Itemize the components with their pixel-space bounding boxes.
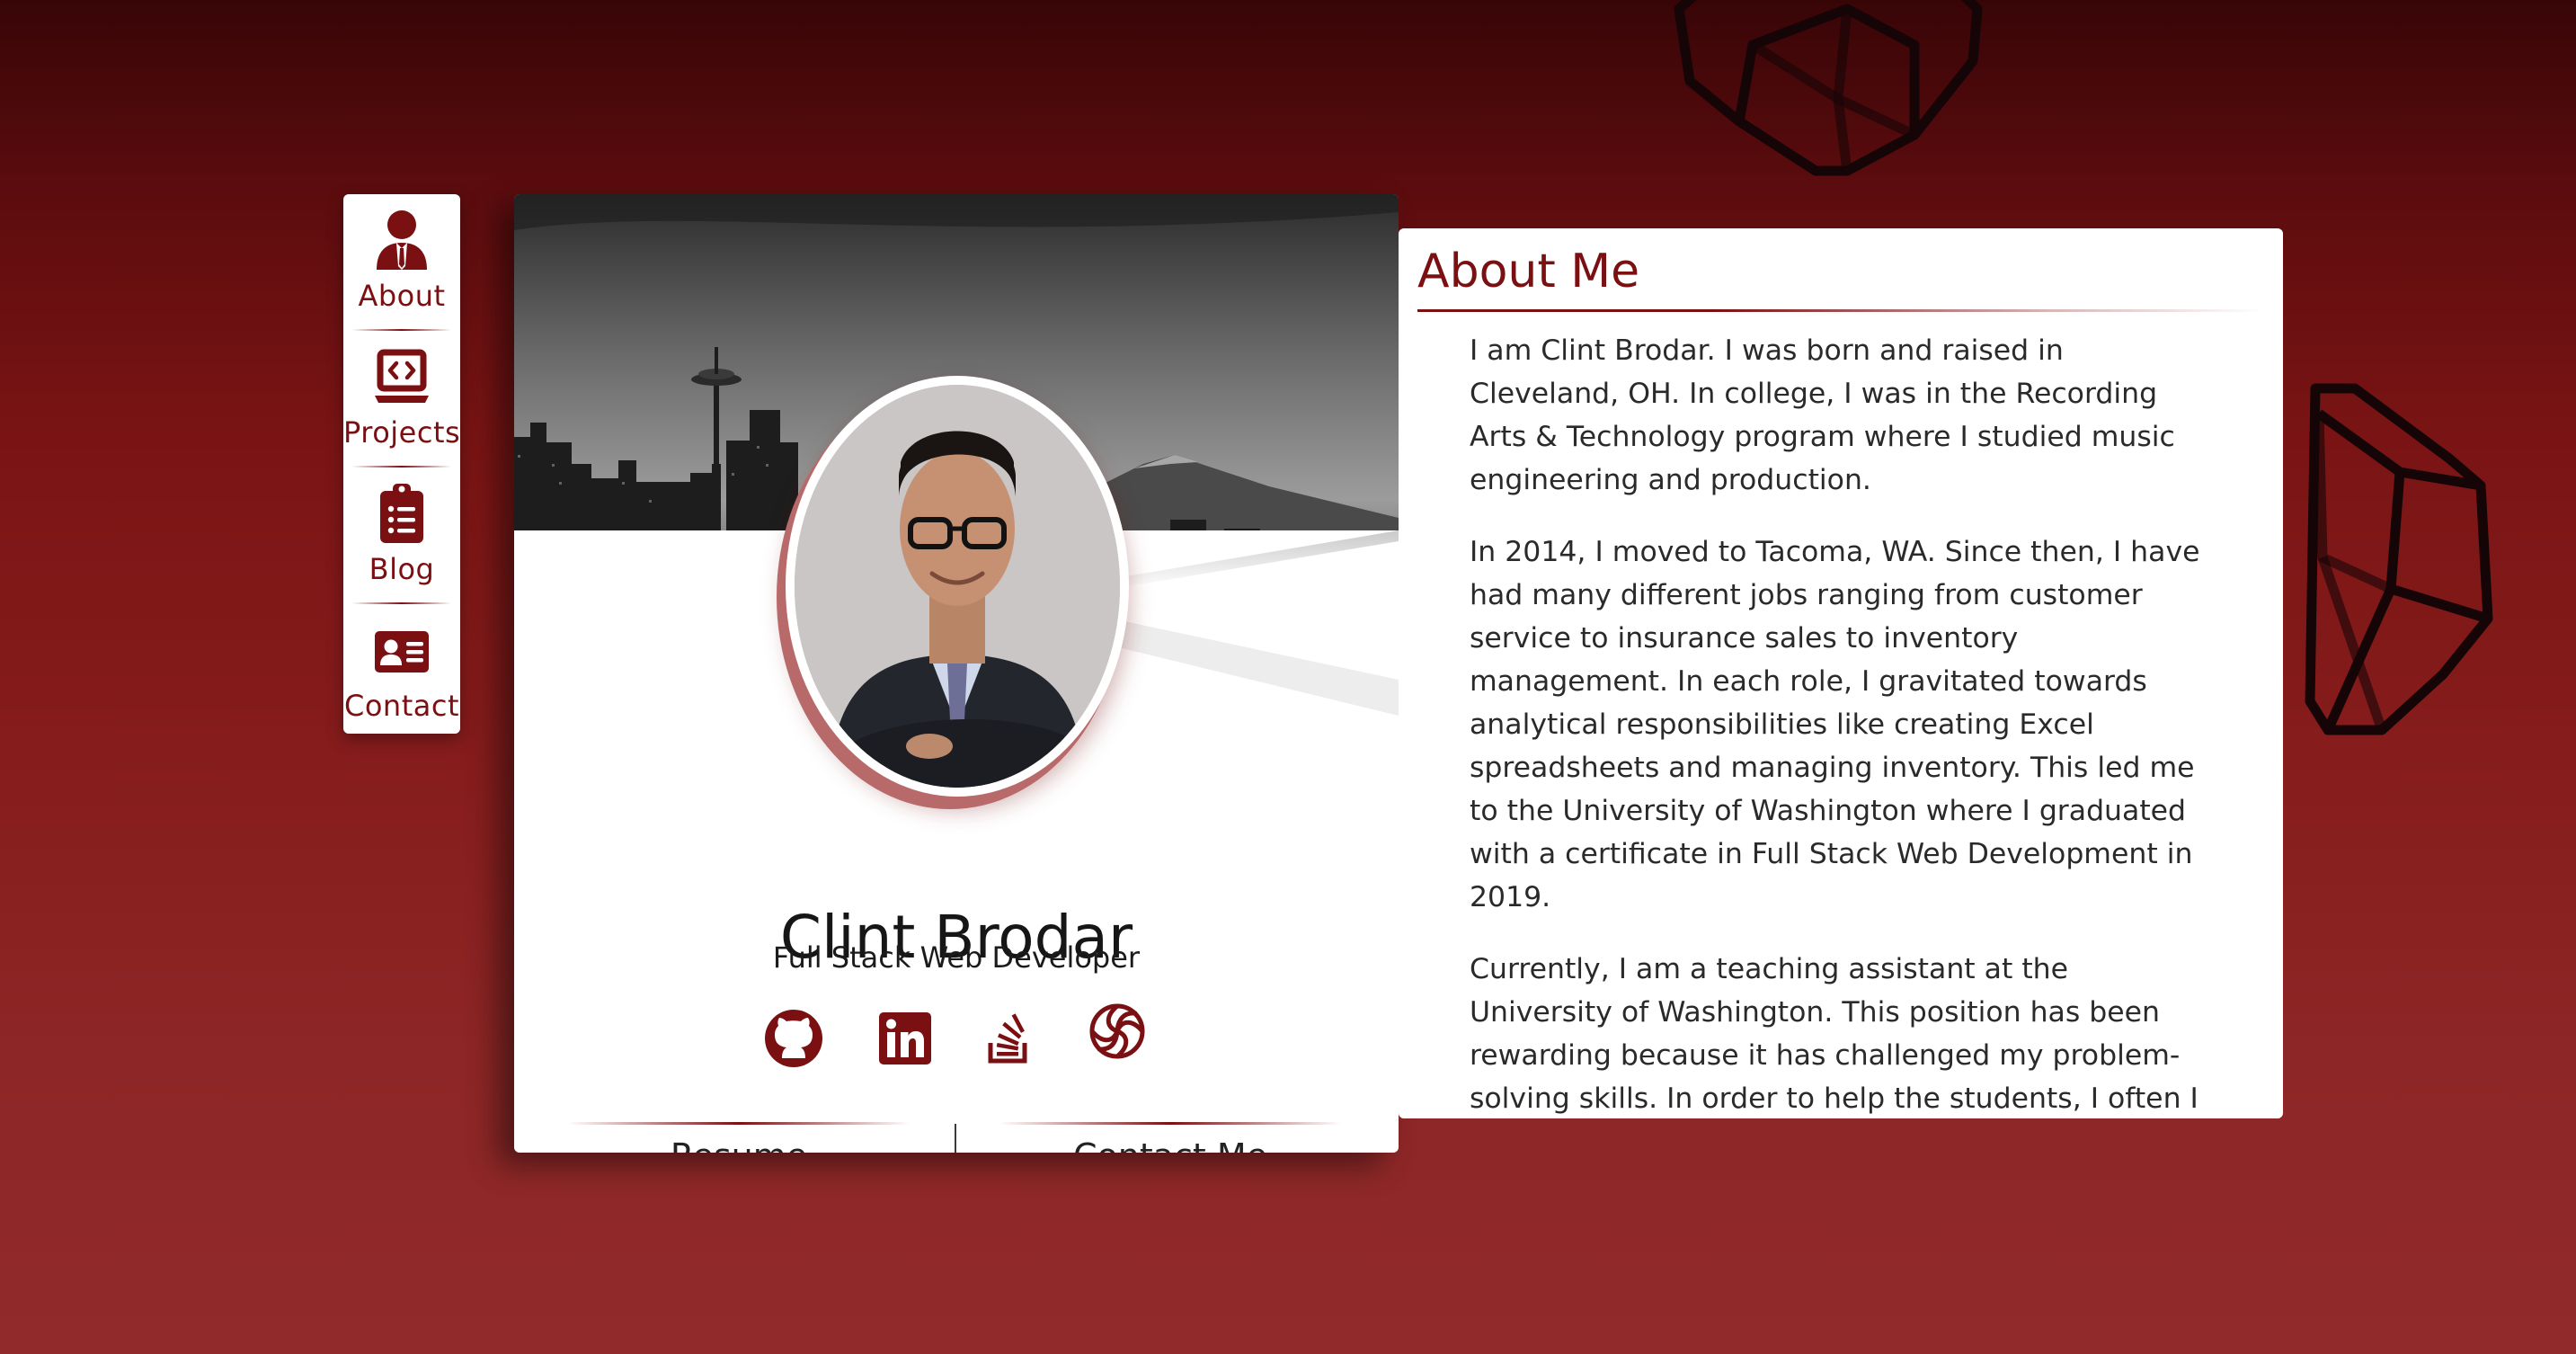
nav-label-about: About: [358, 279, 446, 313]
profile-photo: [795, 385, 1120, 788]
nav-item-contact[interactable]: Contact: [343, 611, 460, 748]
user-tie-icon: [377, 210, 427, 270]
about-card: About Me I am Clint Brodar. I was born a…: [1399, 228, 2283, 1118]
codewars-icon: [1089, 1003, 1145, 1059]
stack-overflow-link[interactable]: [978, 1007, 1041, 1070]
button-divider-right: [999, 1122, 1341, 1125]
button-divider-left: [568, 1122, 910, 1125]
nav-item-projects[interactable]: Projects: [343, 338, 460, 475]
resume-button[interactable]: Resume: [604, 1136, 874, 1153]
github-icon: [765, 1010, 822, 1067]
hexagon-cube-decoration-top: [1674, 0, 1983, 176]
nav-separator: [352, 329, 451, 331]
github-link[interactable]: [762, 1007, 825, 1070]
nav-separator: [352, 602, 451, 604]
contact-me-button[interactable]: Contact Me: [1035, 1136, 1305, 1153]
profile-title: Full Stack Web Developer: [772, 940, 1141, 975]
clipboard-list-icon: [380, 484, 423, 543]
address-card-icon: [375, 631, 429, 673]
about-body: I am Clint Brodar. I was born and raised…: [1470, 329, 2207, 1118]
nav-label-blog: Blog: [369, 552, 435, 586]
stack-overflow-icon: [988, 1013, 1027, 1064]
nav-separator: [352, 466, 451, 468]
codewars-link[interactable]: [1086, 1000, 1149, 1063]
laptop-code-icon: [375, 349, 429, 403]
nav-item-about[interactable]: About: [343, 201, 460, 338]
side-navigation: About Projects Blog Contact: [343, 194, 460, 734]
about-title: About Me: [1417, 245, 1640, 298]
about-paragraph-3: Currently, I am a teaching assistant at …: [1470, 953, 2198, 1115]
hexagon-cube-decoration-right: [2305, 383, 2493, 735]
nav-label-projects: Projects: [343, 415, 461, 450]
linkedin-icon: [879, 1012, 931, 1064]
profile-card: Clint Brodar Full Stack Web Developer: [514, 194, 1399, 1153]
about-paragraph-2: In 2014, I moved to Tacoma, WA. Since th…: [1470, 536, 2200, 913]
button-separator: [955, 1124, 956, 1153]
about-title-underline: [1417, 309, 2262, 312]
linkedin-link[interactable]: [874, 1007, 937, 1070]
about-paragraph-1: I am Clint Brodar. I was born and raised…: [1470, 334, 2175, 496]
nav-item-blog[interactable]: Blog: [343, 475, 460, 611]
nav-label-contact: Contact: [344, 689, 459, 723]
